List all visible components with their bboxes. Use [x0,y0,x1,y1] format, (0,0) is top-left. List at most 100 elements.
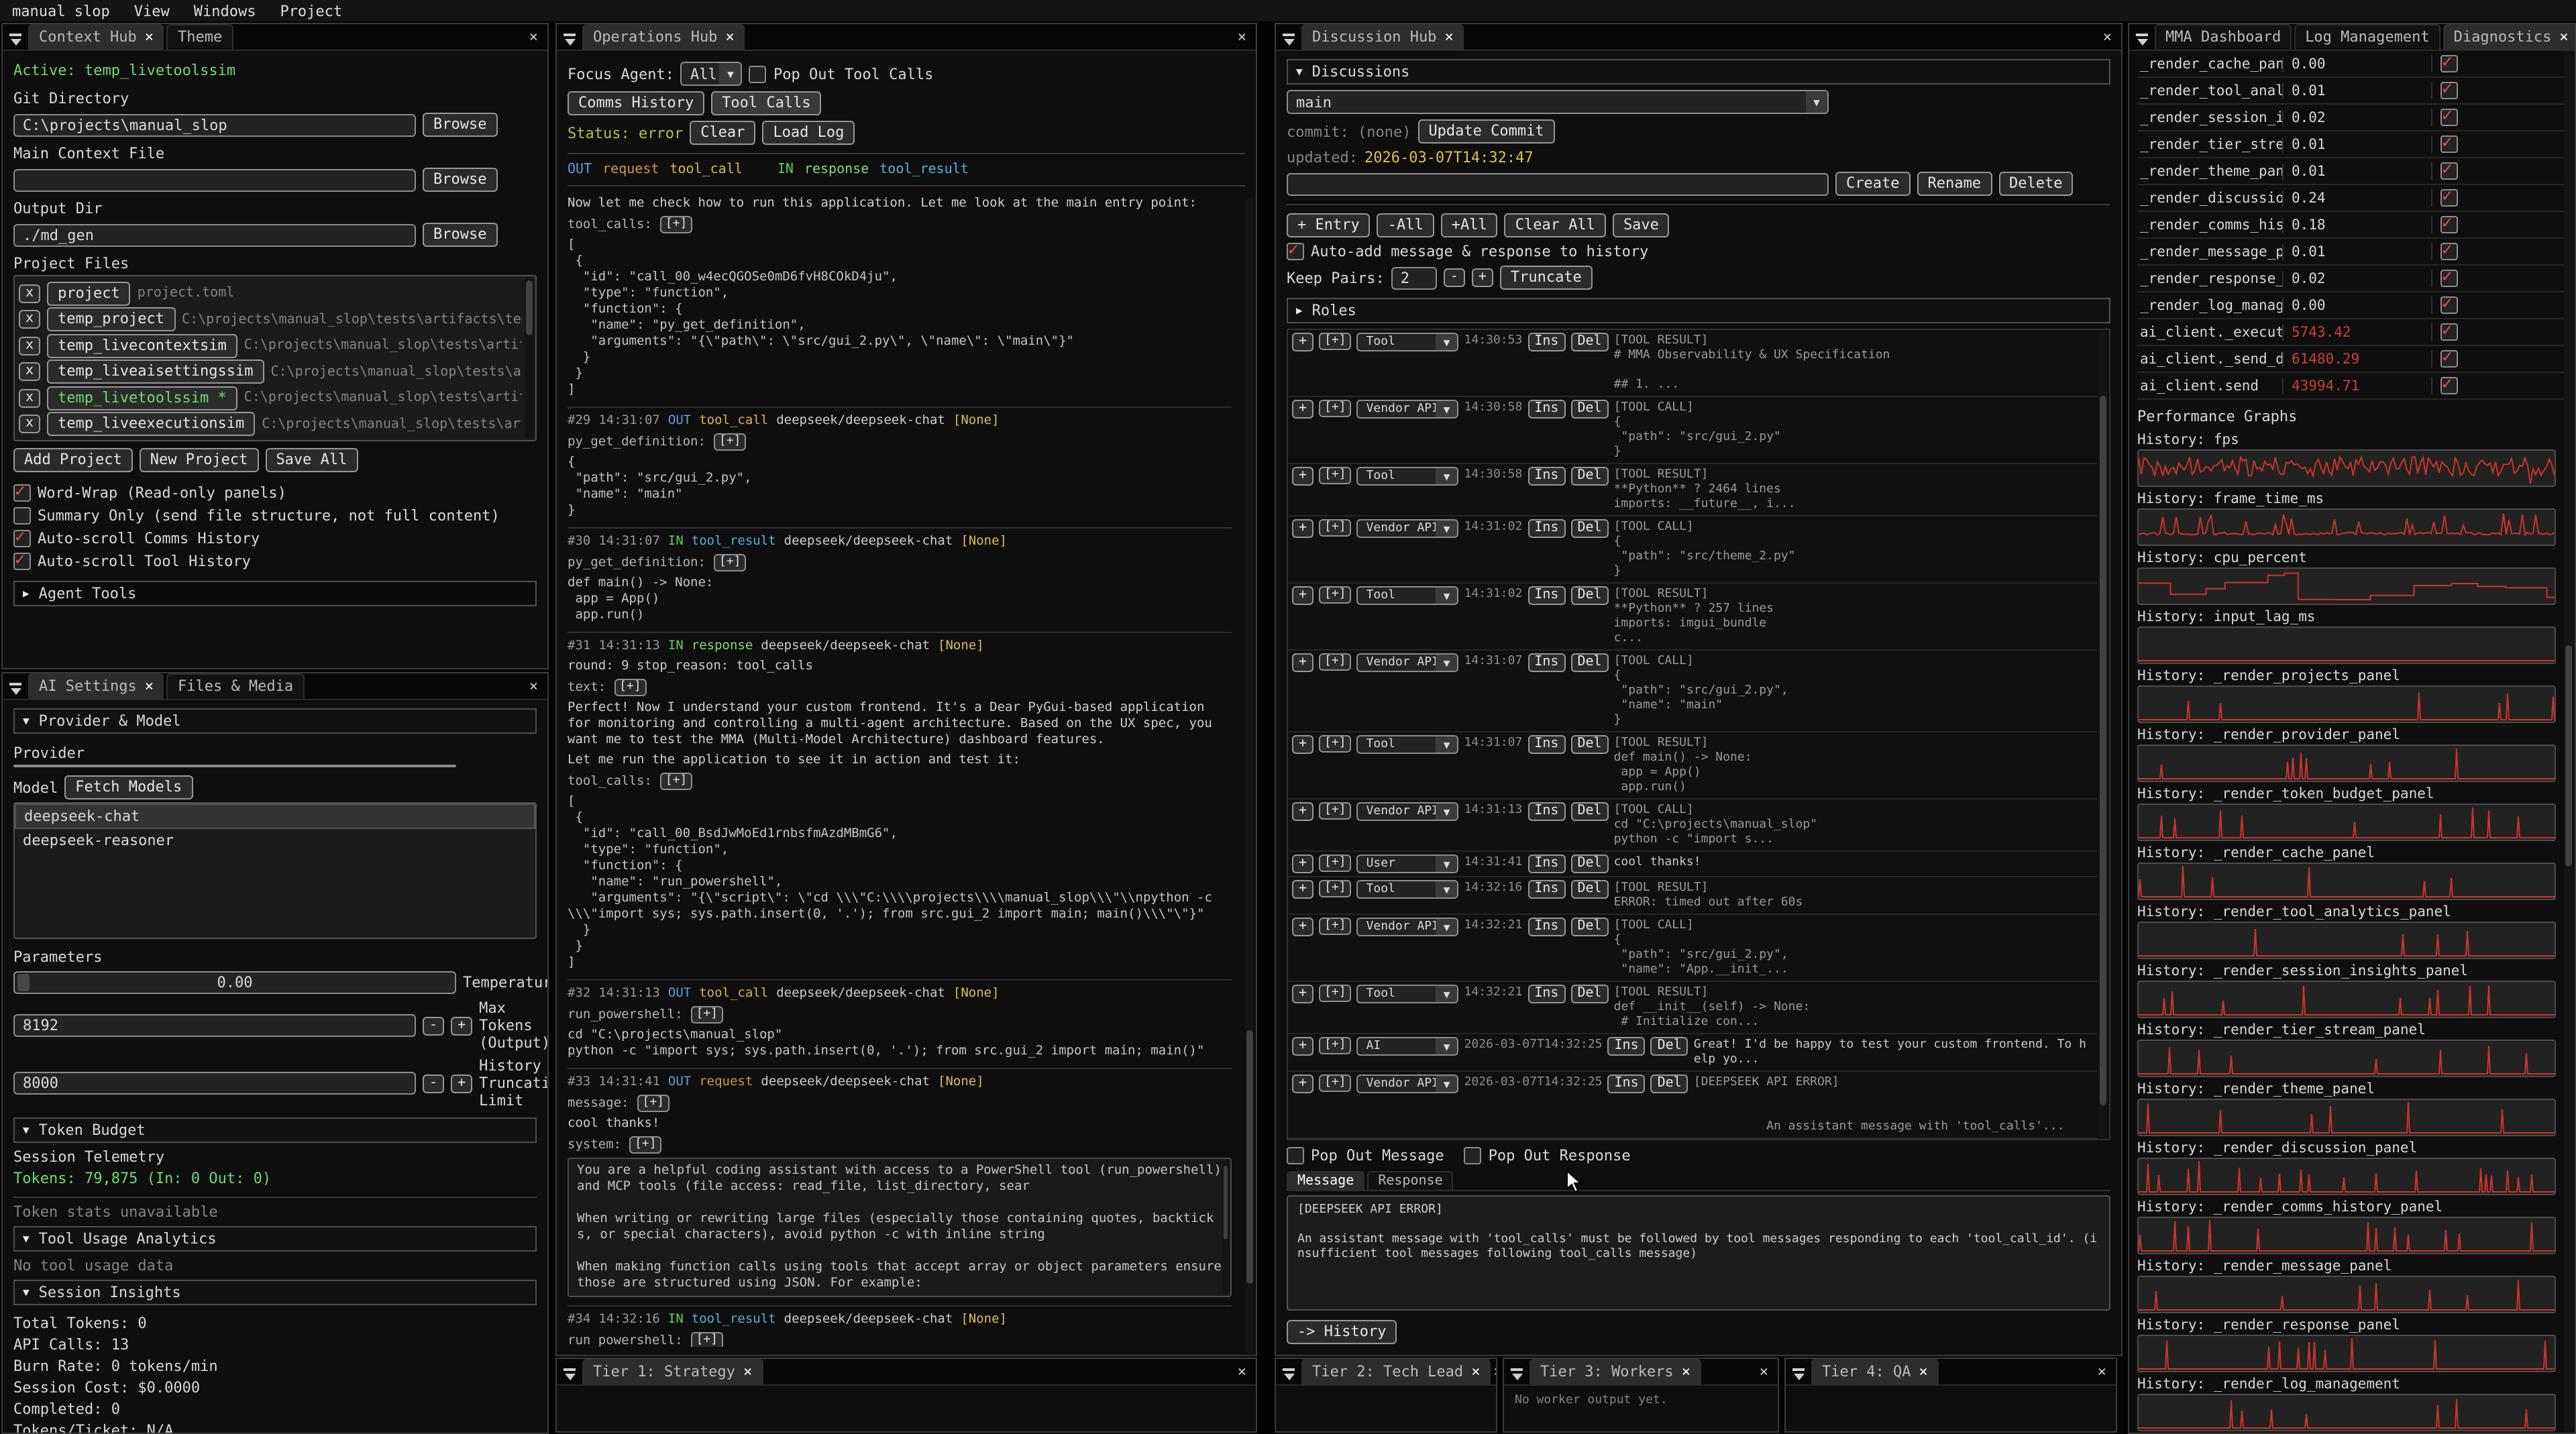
entry-add-button[interactable]: + [1292,1074,1313,1093]
entry-expand-button[interactable]: [+] [1319,333,1352,350]
close-icon[interactable]: × [1493,1363,1497,1384]
tab-message[interactable]: Message [1287,1171,1364,1190]
tab-close-icon[interactable]: × [743,1363,752,1380]
window-menu-icon[interactable] [1283,1368,1296,1380]
clear-button[interactable]: Clear [690,121,755,145]
entry-delete-button[interactable]: Del [1570,985,1608,1003]
expand-button[interactable]: [+] [629,1136,662,1154]
provider-model-header[interactable]: ▼ Provider & Model [13,708,537,734]
entry-insert-button[interactable]: Ins [1527,400,1565,419]
box-scrollbar[interactable] [1222,1160,1229,1294]
box-scroll-thumb[interactable] [1224,1166,1228,1239]
entry-insert-button[interactable]: Ins [1608,1037,1646,1056]
graph-plot[interactable] [2137,626,2556,664]
expand-button[interactable]: [+] [660,216,693,233]
diagnostic-checkbox[interactable] [2440,243,2458,260]
diagnostic-checkbox[interactable] [2440,135,2458,153]
entry-delete-button[interactable]: Del [1570,802,1608,821]
main-context-file-input[interactable] [13,168,416,191]
project-files-scrollbar[interactable] [525,278,534,439]
tab-response[interactable]: Response [1367,1171,1453,1190]
entry-expand-button[interactable]: [+] [1319,1074,1352,1092]
remove-file-button[interactable]: x [19,284,40,302]
save-button[interactable]: Save [1613,213,1670,237]
expand-button[interactable]: [+] [714,433,747,451]
entries-scrollbar[interactable] [2098,331,2108,1138]
diagnostic-checkbox[interactable] [2440,82,2458,99]
pop-out-tool-calls-checkbox[interactable] [749,65,767,82]
entry-delete-button[interactable]: Del [1570,854,1608,873]
git-browse-button[interactable]: Browse [423,113,498,137]
load-log-button[interactable]: Load Log [762,121,855,145]
entry-add-button[interactable]: + [1292,1037,1313,1056]
graph-plot[interactable] [2137,1217,2556,1254]
add-entry-button[interactable]: + Entry [1287,213,1371,237]
entry-insert-button[interactable]: Ins [1527,653,1565,672]
discussions-header[interactable]: ▼ Discussions [1287,59,2110,85]
tab-tier-2[interactable]: Tier 2: Tech Lead× [1301,1359,1491,1384]
model-list-item[interactable]: deepseek-reasoner [15,829,535,852]
entry-add-button[interactable]: + [1292,653,1313,672]
tab-ai-settings[interactable]: AI Settings× [28,673,164,699]
graph-plot[interactable] [2137,863,2556,900]
close-icon[interactable]: × [2098,1363,2116,1384]
remove-file-button[interactable]: x [19,310,40,329]
tab-diagnostics[interactable]: Diagnostics× [2443,24,2576,50]
entry-delete-button[interactable]: Del [1570,519,1608,538]
truncate-button[interactable]: Truncate [1500,266,1593,290]
entry-delete-button[interactable]: Del [1651,1074,1688,1093]
graph-plot[interactable] [2137,1335,2556,1372]
entry-role-select[interactable]: Tool▼ [1357,467,1459,486]
delete-button[interactable]: Delete [1998,172,2074,196]
expand-button[interactable]: [+] [691,1332,724,1347]
tab-tier-4[interactable]: Tier 4: QA× [1811,1359,1939,1384]
entry-delete-button[interactable]: Del [1570,918,1608,936]
tab-close-icon[interactable]: × [1682,1363,1690,1380]
remove-file-button[interactable]: x [19,336,40,355]
entry-expand-button[interactable]: [+] [1319,400,1352,417]
operations-log-scrollbar[interactable] [1245,199,1254,1354]
tab-log-management[interactable]: Log Management [2294,24,2440,50]
window-menu-icon[interactable] [1511,1368,1524,1380]
close-icon[interactable]: × [529,677,547,699]
project-file-button[interactable]: temp_liveexecutionsim [47,412,255,436]
provider-select[interactable]: deepseek ▼ [13,765,456,767]
entry-role-select[interactable]: Tool▼ [1357,586,1459,605]
tab-close-icon[interactable]: × [145,28,154,46]
history-trunc-decrement-button[interactable]: - [423,1074,444,1093]
new-project-button[interactable]: New Project [140,448,259,472]
diagnostic-checkbox[interactable] [2440,162,2458,180]
graph-plot[interactable] [2137,744,2556,782]
create-button[interactable]: Create [1835,172,1911,196]
menu-item-project[interactable]: Project [280,2,342,19]
entry-insert-button[interactable]: Ins [1527,586,1565,605]
entry-role-select[interactable]: Tool▼ [1357,333,1459,351]
entry-role-select[interactable]: Vendor API▼ [1357,918,1459,936]
entry-add-button[interactable]: + [1292,802,1313,821]
window-menu-icon[interactable] [1283,34,1296,46]
add-project-button[interactable]: Add Project [13,448,133,472]
menu-item-view[interactable]: View [134,2,170,19]
entry-role-select[interactable]: AI▼ [1357,1037,1459,1056]
graph-plot[interactable] [2137,922,2556,959]
diagnostic-checkbox[interactable] [2440,189,2458,207]
output-browse-button[interactable]: Browse [423,223,498,247]
entry-add-button[interactable]: + [1292,333,1313,351]
entry-role-select[interactable]: Vendor API▼ [1357,519,1459,538]
entry-insert-button[interactable]: Ins [1527,802,1565,821]
entry-role-select[interactable]: Vendor API▼ [1357,802,1459,821]
close-icon[interactable]: × [1238,1363,1256,1384]
discussion-name-input[interactable] [1287,172,1829,195]
tab-close-icon[interactable]: × [1471,1363,1480,1380]
diagnostic-checkbox[interactable] [2440,109,2458,126]
tool-usage-header[interactable]: ▼ Tool Usage Analytics [13,1226,537,1252]
remove-file-button[interactable]: x [19,388,40,407]
entry-insert-button[interactable]: Ins [1527,854,1565,873]
entry-role-select[interactable]: Vendor API▼ [1357,653,1459,672]
entry-insert-button[interactable]: Ins [1527,880,1565,899]
keep-pairs-input[interactable]: 2 [1391,266,1437,289]
entry-delete-button[interactable]: Del [1570,333,1608,351]
graph-plot[interactable] [2137,804,2556,841]
focus-agent-select[interactable]: All ▼ [681,62,743,86]
entry-delete-button[interactable]: Del [1570,400,1608,419]
